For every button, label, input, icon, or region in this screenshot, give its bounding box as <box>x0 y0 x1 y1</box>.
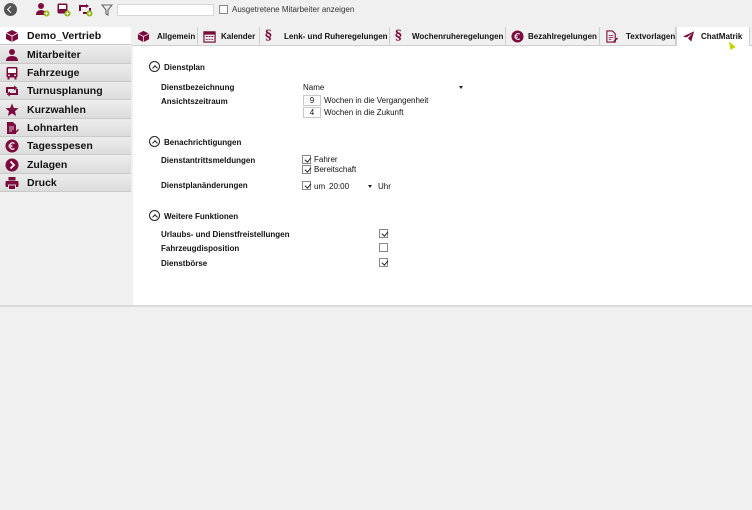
collapse-up-icon[interactable] <box>149 61 160 72</box>
star-icon <box>5 103 19 116</box>
bus-icon <box>6 67 18 80</box>
divider <box>0 305 752 307</box>
package-icon <box>5 30 19 42</box>
tab-label: Bezahlregelungen <box>528 32 597 41</box>
sidebar: Demo_Vertrieb Mitarbeiter Fahrzeuge Turn… <box>0 27 132 306</box>
dienstboerse-label: Dienstbörse <box>161 259 208 268</box>
sidebar-item-label: Tagesspesen <box>27 140 93 152</box>
sidebar-item-tagesspesen[interactable]: Tagesspesen <box>0 137 131 155</box>
document-pen-icon <box>606 30 618 43</box>
tab-label: Lenk- und Ruheregelungen <box>284 32 388 41</box>
sidebar-item-label: Kurzwahlen <box>27 104 86 116</box>
package-icon <box>137 30 150 43</box>
tab-bezahlregelungen[interactable]: Bezahlregelungen <box>506 27 600 46</box>
fahrzeugdisposition-label: Fahrzeugdisposition <box>161 244 240 253</box>
fahrzeugdisposition-checkbox[interactable] <box>379 243 388 252</box>
sidebar-item-zulagen[interactable]: Zulagen <box>0 156 131 174</box>
tab-label: Allgemein <box>157 32 196 41</box>
sidebar-item-mitarbeiter[interactable]: Mitarbeiter <box>0 46 131 64</box>
ansichtszeitraum-label: Ansichtszeitraum <box>161 97 228 106</box>
urlaub-label: Urlaubs- und Dienstfreistellungen <box>161 230 290 239</box>
content-panel: Dienstplan Dienstbezeichnung Name Ansich… <box>133 46 752 306</box>
section-title: Benachrichtigungen <box>164 138 242 147</box>
time-value: 20:00 <box>329 182 350 191</box>
uhr-label: Uhr <box>378 182 391 191</box>
add-employee-icon[interactable] <box>35 2 50 17</box>
tab-bar: Allgemein Kalender § Lenk- und Ruheregel… <box>132 27 752 47</box>
tab-label: Textvorlagen <box>626 32 676 41</box>
chevron-down-icon <box>368 185 372 188</box>
urlaub-checkbox[interactable] <box>379 229 388 238</box>
person-icon <box>6 49 18 61</box>
sidebar-item-turnusplanung[interactable]: Turnusplanung <box>0 82 131 100</box>
dienstplanaenderungen-label: Dienstplanänderungen <box>161 181 248 190</box>
euro-icon <box>5 139 19 153</box>
section-title: Weitere Funktionen <box>164 212 239 221</box>
tab-label: ChatMatrik <box>701 32 743 41</box>
sidebar-item-label: Demo_Vertrieb <box>27 30 102 42</box>
filter-icon[interactable] <box>101 2 113 17</box>
um-label: um <box>314 182 326 191</box>
calendar-icon <box>203 31 216 43</box>
tab-label: Wochenruheregelungen <box>412 32 504 41</box>
dienstbezeichnung-value: Name <box>303 83 325 92</box>
collapse-up-icon[interactable] <box>149 210 160 221</box>
printer-icon <box>5 177 19 190</box>
add-rotation-icon[interactable] <box>78 2 93 17</box>
dienstplanaenderungen-checkbox[interactable] <box>302 181 311 190</box>
fahrer-checkbox[interactable] <box>302 155 311 164</box>
document-pen-icon <box>7 122 19 134</box>
toolbar: Ausgetretene Mitarbeiter anzeigen <box>0 0 752 20</box>
sidebar-item-fahrzeuge[interactable]: Fahrzeuge <box>0 64 131 82</box>
euro-icon <box>511 30 524 43</box>
future-weeks-input[interactable]: 4 <box>303 107 321 118</box>
bereitschaft-label: Bereitschaft <box>314 165 357 174</box>
paragraph-icon: § <box>395 28 402 43</box>
section-title: Dienstplan <box>164 63 205 72</box>
dienstantritt-label: Dienstantrittsmeldungen <box>161 156 256 165</box>
sidebar-item-label: Lohnarten <box>27 122 79 134</box>
dienstbezeichnung-label: Dienstbezeichnung <box>161 83 235 92</box>
sidebar-item-lohnarten[interactable]: Lohnarten <box>0 119 131 137</box>
sidebar-item-label: Druck <box>27 177 57 189</box>
ausgetreten-label: Ausgetretene Mitarbeiter anzeigen <box>232 5 355 14</box>
paragraph-icon: § <box>265 28 272 43</box>
tab-kalender[interactable]: Kalender <box>198 27 260 46</box>
past-weeks-label: Wochen in die Vergangenheit <box>324 96 429 105</box>
back-icon[interactable] <box>4 3 17 16</box>
sidebar-item-druck[interactable]: Druck <box>0 174 131 192</box>
tab-lenk-ruheregelungen[interactable]: § Lenk- und Ruheregelungen <box>260 27 390 46</box>
sidebar-item-demo-vertrieb[interactable]: Demo_Vertrieb <box>0 27 131 45</box>
tab-chatmatrik[interactable]: ChatMatrik <box>676 27 750 47</box>
time-select[interactable]: 20:00 <box>329 181 377 192</box>
sidebar-item-label: Fahrzeuge <box>27 67 80 79</box>
dienstboerse-checkbox[interactable] <box>379 258 388 267</box>
search-input[interactable] <box>117 4 214 16</box>
ausgetreten-checkbox[interactable] <box>219 5 228 14</box>
sidebar-item-kurzwahlen[interactable]: Kurzwahlen <box>0 101 131 119</box>
future-weeks-label: Wochen in die Zukunft <box>324 108 404 117</box>
chevron-circle-icon <box>5 158 19 172</box>
bereitschaft-checkbox[interactable] <box>302 165 311 174</box>
dienstbezeichnung-select[interactable]: Name <box>300 82 466 93</box>
tab-textvorlagen[interactable]: Textvorlagen <box>600 27 676 46</box>
sidebar-item-label: Turnusplanung <box>27 85 103 97</box>
tab-allgemein[interactable]: Allgemein <box>132 27 198 46</box>
past-weeks-input[interactable]: 9 <box>303 95 321 106</box>
cycle-arrows-icon <box>6 85 18 97</box>
collapse-up-icon[interactable] <box>149 136 160 147</box>
sidebar-item-label: Zulagen <box>27 159 68 171</box>
add-vehicle-icon[interactable] <box>56 2 71 17</box>
fahrer-label: Fahrer <box>314 155 338 164</box>
paper-plane-icon <box>682 31 695 42</box>
sidebar-item-label: Mitarbeiter <box>27 49 81 61</box>
chevron-down-icon <box>459 86 463 89</box>
tab-label: Kalender <box>221 32 256 41</box>
tab-wochenruheregelungen[interactable]: § Wochenruheregelungen <box>390 27 506 46</box>
